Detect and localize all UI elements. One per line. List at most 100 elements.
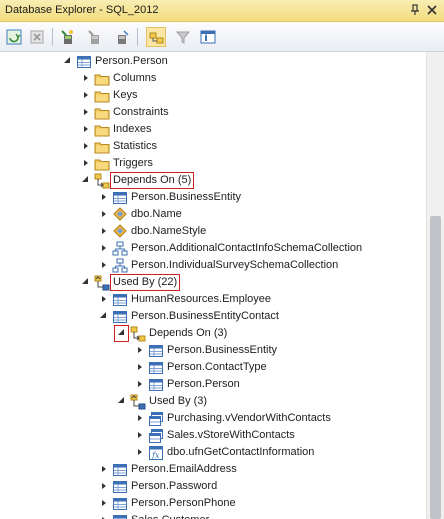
table-icon (112, 479, 128, 495)
depends-icon (94, 173, 110, 189)
folder-icon (94, 122, 110, 138)
table-icon (148, 377, 164, 393)
collapsed-arrow-icon[interactable] (84, 75, 88, 81)
schema-icon (112, 241, 128, 257)
table-icon (76, 54, 92, 70)
window-title: Database Explorer - SQL_2012 (5, 4, 159, 16)
tree-row-label: Person.AdditionalContactInfoSchemaCollec… (131, 242, 363, 254)
tree-row-label: Columns (113, 72, 157, 84)
vertical-scrollbar[interactable] (426, 52, 444, 519)
collapsed-arrow-icon[interactable] (102, 500, 106, 506)
collapsed-arrow-icon[interactable] (84, 126, 88, 132)
view-icon (148, 428, 164, 444)
collapsed-arrow-icon[interactable] (138, 449, 142, 455)
database-explorer-tree[interactable]: Person.Person Columns Keys Constraints Index… (0, 52, 426, 519)
tree-row[interactable]: Used By (22) (0, 274, 426, 291)
tree-row-label: Statistics (113, 140, 158, 152)
pin-icon[interactable] (408, 3, 422, 17)
collapsed-arrow-icon[interactable] (102, 245, 106, 251)
collapsed-arrow-icon[interactable] (138, 381, 142, 387)
collapsed-arrow-icon[interactable] (138, 432, 142, 438)
expanded-arrow-icon[interactable] (82, 176, 88, 182)
tree-row[interactable]: Used By (3) (0, 393, 426, 410)
tree-row-label: Indexes (113, 123, 152, 135)
collapsed-arrow-icon[interactable] (138, 347, 142, 353)
table-icon (112, 292, 128, 308)
properties-icon[interactable] (198, 27, 218, 47)
tree-row[interactable]: fx dbo.ufnGetContactInformation (0, 444, 426, 461)
tree-row[interactable]: Person.IndividualSurveySchemaCollection (0, 257, 426, 274)
stop-icon[interactable] (27, 27, 47, 47)
tree-row-label: Person.IndividualSurveySchemaCollection (131, 259, 339, 271)
expanded-arrow-icon[interactable] (64, 57, 70, 63)
tree-row[interactable]: Columns (0, 70, 426, 87)
collapsed-arrow-icon[interactable] (84, 109, 88, 115)
schema-icon (112, 258, 128, 274)
tree-row[interactable]: Constraints (0, 104, 426, 121)
tree-row[interactable]: Person.AdditionalContactInfoSchemaCollec… (0, 240, 426, 257)
collapsed-arrow-icon[interactable] (102, 483, 106, 489)
folder-icon (94, 139, 110, 155)
tree-row[interactable]: Person.Person (0, 53, 426, 70)
toolbar-separator (137, 28, 138, 46)
tree-row[interactable]: Person.EmailAddress (0, 461, 426, 478)
usedby-icon (94, 275, 110, 291)
folder-icon (94, 88, 110, 104)
expanded-arrow-icon[interactable] (82, 278, 88, 284)
tree-row[interactable]: Indexes (0, 121, 426, 138)
table-icon (112, 190, 128, 206)
collapsed-arrow-icon[interactable] (102, 296, 106, 302)
collapsed-arrow-icon[interactable] (138, 415, 142, 421)
connect-icon[interactable] (58, 27, 78, 47)
close-icon[interactable] (425, 3, 439, 17)
tree-row-label: Triggers (113, 157, 153, 169)
collapsed-arrow-icon[interactable] (102, 228, 106, 234)
tree-row-label: Person.ContactType (167, 361, 267, 373)
tree-row-label: HumanResources.Employee (131, 293, 272, 305)
tree-row[interactable]: Purchasing.vVendorWithContacts (0, 410, 426, 427)
table-icon (112, 309, 128, 325)
tree-row[interactable]: Person.Person (0, 376, 426, 393)
tree-row-label: Person.BusinessEntity (131, 191, 242, 203)
collapsed-arrow-icon[interactable] (102, 211, 106, 217)
tree-row-label: Sales.Customer (131, 514, 209, 519)
folder-icon (94, 105, 110, 121)
collapsed-arrow-icon[interactable] (102, 262, 106, 268)
tree-row[interactable]: dbo.NameStyle (0, 223, 426, 240)
collapsed-arrow-icon[interactable] (102, 194, 106, 200)
collapsed-arrow-icon[interactable] (102, 466, 106, 472)
tree-row[interactable]: Person.BusinessEntity (0, 342, 426, 359)
tree-row[interactable]: Person.BusinessEntity (0, 189, 426, 206)
tree-row[interactable]: Sales.vStoreWithContacts (0, 427, 426, 444)
expanded-arrow-icon[interactable] (118, 397, 124, 403)
tree-row[interactable]: Sales.Customer (0, 512, 426, 519)
tree-row[interactable]: Statistics (0, 138, 426, 155)
tree-row-label: Person.BusinessEntityContact (131, 310, 279, 322)
expanded-arrow-icon[interactable] (100, 312, 106, 318)
scrollbar-thumb[interactable] (430, 216, 441, 519)
tree-row[interactable]: Person.BusinessEntityContact (0, 308, 426, 325)
tree-row[interactable]: Depends On (5) (0, 172, 426, 189)
tree-row[interactable]: Keys (0, 87, 426, 104)
collapsed-arrow-icon[interactable] (84, 143, 88, 149)
clear-icon[interactable] (112, 27, 132, 47)
filter-icon[interactable] (173, 27, 193, 47)
tree-row[interactable]: Depends On (3) (0, 325, 426, 342)
tree-row-label: Person.PersonPhone (131, 497, 236, 509)
tree-row[interactable]: Person.ContactType (0, 359, 426, 376)
tree-row-label: Keys (113, 89, 138, 101)
collapsed-arrow-icon[interactable] (138, 364, 142, 370)
collapsed-arrow-icon[interactable] (84, 92, 88, 98)
view-icon (148, 411, 164, 427)
tree-row[interactable]: Person.PersonPhone (0, 495, 426, 512)
tree-row[interactable]: HumanResources.Employee (0, 291, 426, 308)
tree-row[interactable]: dbo.Name (0, 206, 426, 223)
tree-row[interactable]: Person.Password (0, 478, 426, 495)
collapsed-arrow-icon[interactable] (84, 160, 88, 166)
refresh-icon[interactable] (4, 27, 24, 47)
depends-icon (130, 326, 146, 342)
dependencies-icon[interactable] (146, 27, 166, 47)
disconnect-icon[interactable] (85, 27, 105, 47)
tree-row-label: Depends On (3) (149, 327, 228, 339)
tree-row[interactable]: Triggers (0, 155, 426, 172)
